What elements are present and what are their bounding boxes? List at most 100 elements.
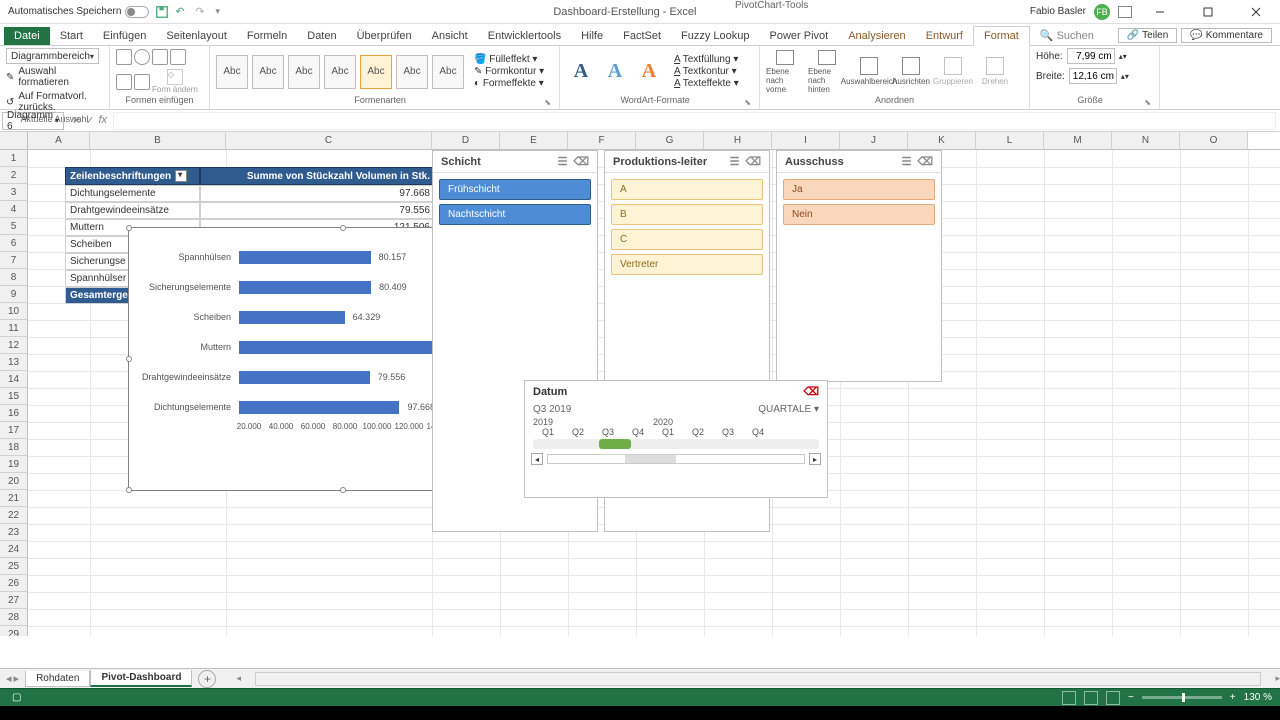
- chart-bar[interactable]: [239, 311, 345, 324]
- record-macro-icon[interactable]: ▢: [12, 692, 21, 703]
- row-header[interactable]: 18: [0, 439, 28, 456]
- row-header[interactable]: 20: [0, 473, 28, 490]
- dialog-launcher-icon[interactable]: ⬊: [744, 98, 753, 107]
- zoom-in-icon[interactable]: +: [1230, 692, 1236, 703]
- view-normal-icon[interactable]: [1062, 691, 1076, 705]
- timeline-track[interactable]: [533, 439, 819, 449]
- timeline-scroll-right[interactable]: ▸: [809, 453, 821, 465]
- pivot-row-label[interactable]: Scheiben: [65, 236, 135, 253]
- text-effects-button[interactable]: A Texteffekte ▾: [674, 78, 739, 89]
- hscroll-right-icon[interactable]: ▸: [1275, 673, 1280, 684]
- worksheet-grid[interactable]: ABCDEFGHIJKLMNO 123456789101112131415161…: [0, 132, 1280, 636]
- tab-insert[interactable]: Einfügen: [93, 27, 156, 45]
- row-header[interactable]: 29: [0, 626, 28, 636]
- row-header[interactable]: 21: [0, 490, 28, 507]
- row-header[interactable]: 5: [0, 218, 28, 235]
- column-header[interactable]: J: [840, 132, 908, 149]
- timeline-selection[interactable]: [599, 439, 631, 449]
- timeline-quarter-label[interactable]: Q1: [533, 427, 563, 437]
- dialog-launcher-icon[interactable]: ⬊: [544, 98, 553, 107]
- comments-button[interactable]: 💬 Kommentare: [1181, 28, 1272, 43]
- timeline-quarter-label[interactable]: Q1: [653, 427, 683, 437]
- row-header[interactable]: 12: [0, 337, 28, 354]
- group-button[interactable]: Gruppieren: [934, 50, 972, 94]
- shape-style-7[interactable]: Abc: [432, 55, 464, 89]
- timeline-quarter-label[interactable]: Q2: [683, 427, 713, 437]
- tab-powerpivot[interactable]: Power Pivot: [760, 27, 839, 45]
- row-header[interactable]: 10: [0, 303, 28, 320]
- timeline-quarter-label[interactable]: Q4: [743, 427, 773, 437]
- chart-bar[interactable]: [239, 371, 370, 384]
- chart-element-dropdown[interactable]: Diagrammbereich▾: [6, 48, 99, 64]
- wordart-style-2[interactable]: A: [600, 55, 630, 89]
- clear-filter-icon[interactable]: ⌫: [573, 155, 589, 168]
- shape-style-3[interactable]: Abc: [288, 55, 320, 89]
- timeline-level-dropdown[interactable]: QUARTALE ▾: [758, 404, 819, 415]
- height-input[interactable]: [1067, 48, 1115, 64]
- multiselect-icon[interactable]: ☰: [902, 155, 912, 168]
- redo-icon[interactable]: ↷: [195, 5, 209, 19]
- pivot-row-label[interactable]: Spannhülser: [65, 270, 135, 287]
- format-selection-button[interactable]: ✎ Auswahl formatieren: [6, 65, 103, 89]
- ribbon-display-icon[interactable]: [1118, 6, 1132, 18]
- cancel-icon[interactable]: ✕: [72, 114, 81, 127]
- tab-review[interactable]: Überprüfen: [347, 27, 422, 45]
- wordart-style-3[interactable]: A: [634, 55, 664, 89]
- dialog-launcher-icon[interactable]: ⬊: [1144, 98, 1153, 107]
- clear-filter-icon[interactable]: ⌫: [745, 155, 761, 168]
- shape-effects-button[interactable]: ◐ Formeffekte ▾: [474, 78, 544, 89]
- shape-style-2[interactable]: Abc: [252, 55, 284, 89]
- column-header[interactable]: A: [28, 132, 90, 149]
- column-header[interactable]: M: [1044, 132, 1112, 149]
- column-header[interactable]: I: [772, 132, 840, 149]
- row-header[interactable]: 24: [0, 541, 28, 558]
- slicer-item[interactable]: Nachtschicht: [439, 204, 591, 225]
- timeline-scroll-left[interactable]: ◂: [531, 453, 543, 465]
- send-backward-button[interactable]: Ebene nach hinten: [808, 50, 846, 94]
- shape-style-6[interactable]: Abc: [396, 55, 428, 89]
- timeline-scrollbar[interactable]: [547, 454, 805, 464]
- row-header[interactable]: 3: [0, 184, 28, 201]
- timeline-quarter-label[interactable]: Q3: [593, 427, 623, 437]
- view-pagebreak-icon[interactable]: [1106, 691, 1120, 705]
- row-header[interactable]: 22: [0, 507, 28, 524]
- column-header[interactable]: L: [976, 132, 1044, 149]
- tab-pagelayout[interactable]: Seitenlayout: [156, 27, 237, 45]
- zoom-level[interactable]: 130 %: [1244, 692, 1272, 703]
- shape-arrow-icon[interactable]: [170, 49, 186, 65]
- column-header[interactable]: B: [90, 132, 226, 149]
- row-header[interactable]: 11: [0, 320, 28, 337]
- slicer-item[interactable]: Ja: [783, 179, 935, 200]
- multiselect-icon[interactable]: ☰: [730, 155, 740, 168]
- user-avatar[interactable]: FB: [1094, 4, 1110, 20]
- timeline-quarter-label[interactable]: Q3: [713, 427, 743, 437]
- slicer-item[interactable]: Vertreter: [611, 254, 763, 275]
- save-icon[interactable]: [155, 5, 169, 19]
- timeline-quarter-label[interactable]: Q4: [623, 427, 653, 437]
- tab-data[interactable]: Daten: [297, 27, 346, 45]
- slicer-item[interactable]: Frühschicht: [439, 179, 591, 200]
- align-button[interactable]: Ausrichten: [892, 50, 930, 94]
- shape-style-4[interactable]: Abc: [324, 55, 356, 89]
- timeline-datum[interactable]: Datum ⌫ Q3 2019 QUARTALE ▾ 20192020 Q1Q2…: [524, 380, 828, 498]
- tab-formulas[interactable]: Formeln: [237, 27, 297, 45]
- fx-icon[interactable]: fx: [98, 114, 107, 127]
- chart-bar[interactable]: [239, 401, 399, 414]
- row-header[interactable]: 26: [0, 575, 28, 592]
- clear-filter-icon[interactable]: ⌫: [917, 155, 933, 168]
- shape-more-icon[interactable]: [134, 74, 150, 90]
- chart-bar[interactable]: [239, 281, 371, 294]
- chart-bar[interactable]: [239, 251, 371, 264]
- row-header[interactable]: 16: [0, 405, 28, 422]
- timeline-quarter-label[interactable]: Q2: [563, 427, 593, 437]
- tab-fuzzy[interactable]: Fuzzy Lookup: [671, 27, 759, 45]
- pivot-row-label[interactable]: Dichtungselemente: [65, 185, 200, 202]
- zoom-out-icon[interactable]: −: [1128, 692, 1134, 703]
- shape-textbox-icon[interactable]: [116, 74, 132, 90]
- sheet-nav-next-icon[interactable]: ▸: [14, 672, 20, 685]
- column-header[interactable]: K: [908, 132, 976, 149]
- row-header[interactable]: 25: [0, 558, 28, 575]
- spinner-icon[interactable]: ▴▾: [1119, 52, 1127, 61]
- column-header[interactable]: G: [636, 132, 704, 149]
- pivot-row-label[interactable]: Sicherungse: [65, 253, 135, 270]
